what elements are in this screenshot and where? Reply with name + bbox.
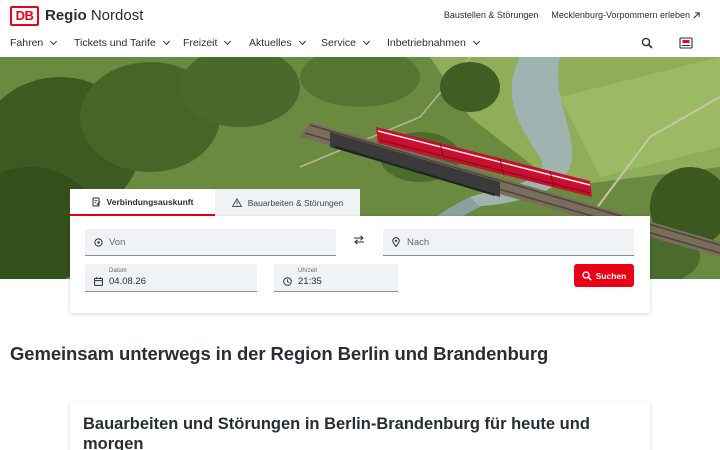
date-label: Datum: [109, 268, 127, 274]
nav-label: Freizeit: [183, 37, 218, 49]
chevron-down-icon: [362, 37, 371, 46]
time-value: 21:35: [298, 276, 322, 287]
nav-label: Fahren: [10, 37, 44, 49]
to-field[interactable]: Nach: [383, 229, 634, 256]
nav-item-aktuelles[interactable]: Aktuelles: [249, 37, 306, 49]
chevron-down-icon: [472, 37, 480, 46]
calendar-icon: [94, 277, 103, 286]
nav-label: Aktuelles: [249, 37, 292, 49]
search-button[interactable]: Suchen: [574, 264, 634, 287]
location-dot-icon: [94, 238, 103, 247]
document-edit-icon: [92, 197, 101, 206]
main-navigation: Fahren Tickets und Tarife Freizeit Aktue…: [0, 33, 720, 57]
date-value: 04.08.26: [109, 276, 146, 287]
search-icon[interactable]: [641, 37, 653, 49]
tab-label: Verbindungsauskunft: [106, 196, 194, 207]
time-label: Uhrzeit: [298, 268, 318, 274]
nav-item-fahren[interactable]: Fahren: [10, 37, 58, 49]
tab-bauarbeiten[interactable]: Bauarbeiten & Störungen: [215, 189, 360, 216]
link-mv-erleben-label: Mecklenburg-Vorpommern erleben: [551, 10, 690, 20]
nav-item-service[interactable]: Service: [321, 37, 371, 49]
nav-label: Inbetriebnahmen: [387, 37, 466, 49]
site-brand[interactable]: Regio Nordost: [45, 7, 143, 25]
journey-search-form: Von Nach Datum 04.08.26 Uhrzeit 21:35 Su…: [70, 216, 650, 313]
search-icon: [581, 270, 592, 281]
from-placeholder: Von: [109, 237, 126, 248]
from-field[interactable]: Von: [85, 229, 336, 256]
nav-item-tickets[interactable]: Tickets und Tarife: [74, 37, 170, 49]
external-arrow-icon: [693, 11, 700, 18]
disruptions-card-title: Bauarbeiten und Störungen in Berlin-Bran…: [83, 415, 590, 450]
to-placeholder: Nach: [407, 237, 430, 248]
meta-links: Baustellen & Störungen Mecklenburg-Vorpo…: [444, 10, 700, 20]
brand-bold: Regio: [45, 7, 87, 24]
top-bar: DB Regio Nordost Baustellen & Störungen …: [0, 0, 720, 30]
ticket-icon[interactable]: [679, 37, 693, 50]
chevron-down-icon: [50, 37, 58, 46]
tab-verbindungsauskunft[interactable]: Verbindungsauskunft: [70, 189, 215, 216]
clock-icon: [283, 277, 292, 286]
tab-label: Bauarbeiten & Störungen: [247, 197, 344, 208]
time-field[interactable]: Uhrzeit 21:35: [274, 264, 398, 292]
disruptions-card[interactable]: Bauarbeiten und Störungen in Berlin-Bran…: [70, 402, 650, 450]
swap-icon[interactable]: [353, 235, 365, 245]
warning-icon: [231, 198, 242, 207]
link-baustellen[interactable]: Baustellen & Störungen: [444, 10, 539, 20]
journey-tabs: Verbindungsauskunft Bauarbeiten & Störun…: [70, 189, 360, 216]
chevron-down-icon: [298, 37, 306, 46]
nav-item-freizeit[interactable]: Freizeit: [183, 37, 232, 49]
date-field[interactable]: Datum 04.08.26: [85, 264, 257, 292]
brand-rest: Nordost: [90, 7, 144, 24]
chevron-down-icon: [162, 37, 170, 46]
db-logo[interactable]: DB: [10, 6, 39, 26]
nav-item-inbetriebnahmen[interactable]: Inbetriebnahmen: [387, 37, 480, 49]
chevron-down-icon: [224, 37, 232, 46]
page-headline: Gemeinsam unterwegs in der Region Berlin…: [10, 343, 549, 364]
link-mv-erleben[interactable]: Mecklenburg-Vorpommern erleben: [551, 10, 700, 20]
location-pin-icon: [392, 237, 400, 247]
nav-label: Service: [321, 37, 357, 49]
search-button-label: Suchen: [595, 270, 627, 281]
nav-label: Tickets und Tarife: [74, 37, 156, 49]
